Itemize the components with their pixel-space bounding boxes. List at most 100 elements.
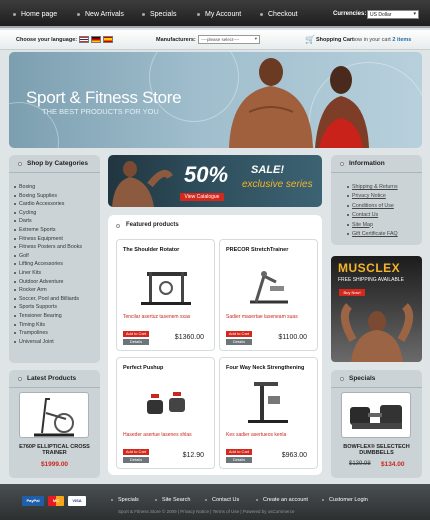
pushup-handles-image — [147, 392, 185, 414]
details-button[interactable]: Details — [226, 339, 252, 345]
category-link[interactable]: Boxing Supplies — [14, 193, 57, 199]
manufacturers-select[interactable]: ----please select---- ▾ — [198, 35, 260, 44]
information-link[interactable]: Site Map — [347, 222, 373, 228]
details-button[interactable]: Details — [123, 339, 149, 345]
elliptical-image[interactable] — [19, 392, 89, 438]
category-link[interactable]: Cycling — [13, 210, 36, 216]
product-name: The Shoulder Rotator — [123, 247, 180, 253]
footer-link-specials[interactable]: Specials — [111, 497, 139, 503]
add-to-cart-button[interactable]: Add to Cart — [226, 331, 252, 337]
sale-banner[interactable]: 50% SALE! exclusive series View Catalogu… — [108, 155, 322, 207]
footer-link-contact[interactable]: Contact Us — [204, 497, 239, 503]
chevron-down-icon: ▾ — [413, 11, 416, 17]
product-price: $12.90 — [182, 452, 204, 459]
flag-german-icon[interactable] — [91, 36, 101, 43]
footer-link-customer-login[interactable]: Customer Login — [322, 497, 368, 503]
latest-product-price: $1999.00 — [40, 461, 69, 468]
category-link[interactable]: Golf — [14, 253, 29, 259]
footer-link-create-account[interactable]: Create an account — [256, 497, 308, 503]
special-new-price: $134.00 — [381, 461, 405, 468]
banner-title: Sport & Fitness Store — [26, 88, 182, 107]
product-description: Sadier masertae laseneam suas — [226, 314, 298, 320]
musclex-brand: MUSCLEX — [338, 261, 401, 275]
categories-header: Shop by Categories — [9, 155, 100, 173]
latest-header: Latest Products — [9, 370, 100, 388]
featured-title: Featured products — [126, 222, 179, 228]
currency-label: Currencies: — [333, 11, 367, 17]
category-link[interactable]: Rocker Arm — [14, 287, 47, 293]
flag-spanish-icon[interactable] — [103, 36, 113, 43]
category-link[interactable]: Sports Supports — [14, 304, 57, 310]
add-to-cart-button[interactable]: Add to Cart — [226, 449, 252, 455]
category-link[interactable]: Lifting Accessories — [14, 261, 63, 267]
shopping-cart-link[interactable]: Shopping Cart — [316, 37, 354, 43]
add-to-cart-button[interactable]: Add to Cart — [123, 449, 149, 455]
athletes-photo — [229, 58, 369, 148]
category-link[interactable]: Cardio Accessories — [13, 201, 64, 207]
categories-title: Shop by Categories — [27, 160, 89, 167]
flag-english-icon[interactable] — [79, 36, 89, 43]
dumbbells-image[interactable] — [341, 392, 411, 438]
paypal-icon: PayPal — [22, 496, 44, 506]
category-link[interactable]: Trampolines — [14, 330, 48, 336]
nav-new-arrivals[interactable]: New Arrivals — [77, 11, 124, 18]
category-link[interactable]: Fitness Equipment — [14, 236, 63, 242]
mastercard-icon: MC — [48, 496, 64, 506]
view-catalogue-button[interactable]: View Catalogue — [180, 193, 224, 201]
bullet-icon — [18, 162, 22, 166]
category-link[interactable]: Extreme Sports — [14, 227, 56, 233]
product-card[interactable]: Four Way Neck Strengthening Kes sadier a… — [219, 357, 318, 469]
category-link[interactable]: Darts — [14, 218, 32, 224]
category-link[interactable]: Fitness Posters and Books — [13, 244, 82, 250]
cart-icon[interactable]: 🛒 — [305, 35, 315, 44]
product-card[interactable]: PRECOR StretchTrainer Sadier masertae la… — [219, 239, 318, 351]
product-price: $963.00 — [281, 452, 307, 459]
category-link[interactable]: Liner Kits — [13, 270, 41, 276]
special-product-name[interactable]: BOWFLEX® SELECTECH DUMBBELLS — [335, 444, 418, 456]
featured-products-panel: Featured products The Shoulder Rotator T… — [108, 215, 322, 475]
neck-machine-image — [248, 382, 288, 423]
nav-my-account[interactable]: My Account — [196, 11, 241, 18]
shoulder-rotator-image — [141, 272, 191, 305]
information-link[interactable]: Shipping & Returns — [347, 184, 398, 190]
category-link[interactable]: Universal Joint — [14, 339, 54, 345]
product-price: $1360.00 — [174, 334, 204, 341]
specials-title: Specials — [349, 375, 376, 382]
buy-now-button[interactable]: Buy Now! — [339, 289, 365, 296]
category-link[interactable]: Tensioner Bearing — [14, 313, 62, 319]
add-to-cart-button[interactable]: Add to Cart — [123, 331, 149, 337]
category-link[interactable]: Soccer, Pool and Billiards — [13, 296, 79, 302]
nav-checkout[interactable]: Checkout — [260, 11, 298, 18]
cart-summary: now in your cart 2 items — [352, 37, 411, 43]
cart-items-word: items — [396, 37, 412, 43]
details-button[interactable]: Details — [226, 457, 252, 463]
product-name: PRECOR StretchTrainer — [226, 247, 289, 253]
product-card[interactable]: The Shoulder Rotator Tencilar asertuz ta… — [116, 239, 215, 351]
specials-panel: Specials BOWFLEX® SELECTECH DUMBBELLS $1… — [331, 370, 422, 478]
information-link[interactable]: Contact Us — [346, 212, 378, 218]
details-button[interactable]: Details — [123, 457, 149, 463]
manufacturers-value: ----please select---- — [201, 37, 240, 42]
product-card[interactable]: Perfect Pushup Haseder asertue lasenes s… — [116, 357, 215, 469]
category-link[interactable]: Timing Kits — [14, 322, 45, 328]
information-link[interactable]: Conditions of Use — [347, 203, 394, 209]
information-link[interactable]: Gift Certificate FAQ — [347, 231, 398, 237]
footer-link-site-search[interactable]: Site Search — [154, 497, 190, 503]
category-link[interactable]: Boxing — [13, 184, 35, 190]
nav-home[interactable]: Home page — [12, 11, 57, 18]
nav-specials[interactable]: Specials — [141, 11, 176, 18]
information-link[interactable]: Privacy Notice — [347, 193, 386, 199]
bodybuilder-photo — [112, 161, 173, 207]
product-price: $1100.00 — [278, 334, 307, 341]
latest-product-name[interactable]: E760P ELLIPTICAL CROSS TRAINER — [13, 444, 96, 456]
manufacturers-label: Manufacturers: — [156, 37, 196, 43]
product-description: Haseder asertue lasenes shlas — [123, 432, 192, 438]
latest-products-panel: Latest Products E760P ELLIPTICAL CROSS T… — [9, 370, 100, 478]
musclex-ad[interactable]: MUSCLEX FREE SHIPPING AVAILABLE Buy Now! — [331, 256, 422, 362]
cart-summary-text: now in your cart — [352, 37, 391, 43]
category-link[interactable]: Outdoor Adventure — [13, 279, 63, 285]
chevron-down-icon: ▾ — [254, 36, 257, 41]
bullet-icon — [340, 377, 344, 381]
product-name: Perfect Pushup — [123, 365, 164, 371]
currency-select[interactable]: US Dollar ▾ — [367, 10, 419, 19]
